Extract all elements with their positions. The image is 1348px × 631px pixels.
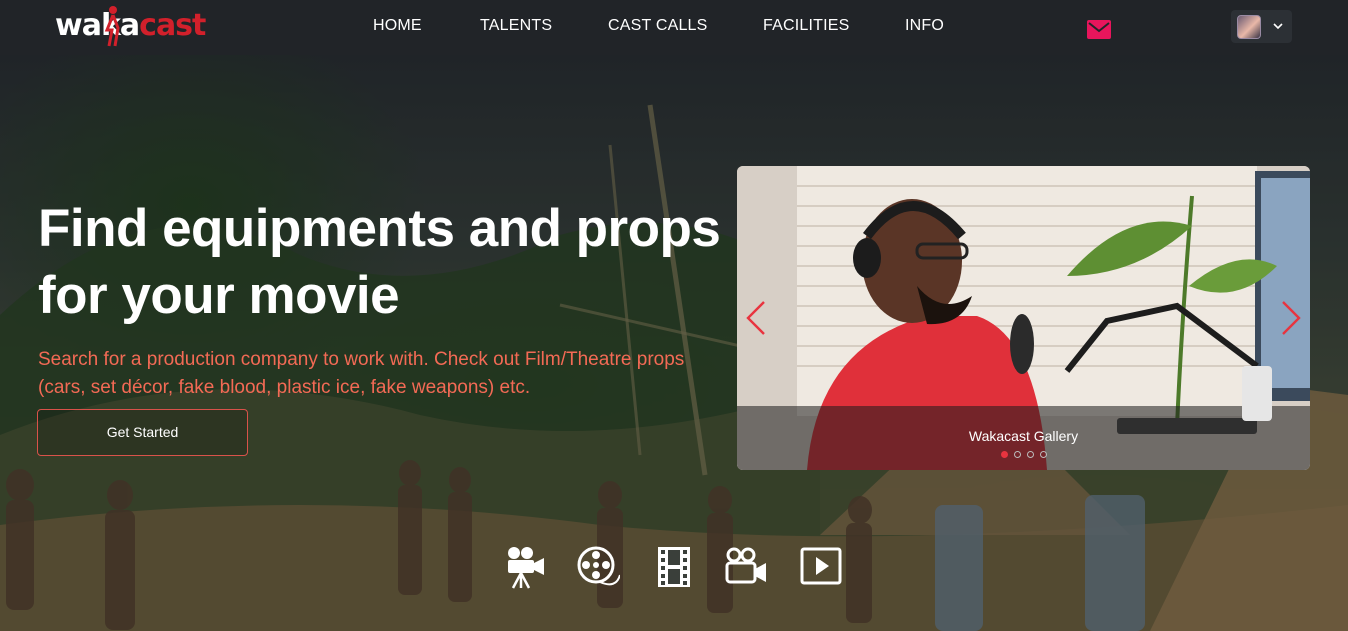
nav-info[interactable]: INFO bbox=[905, 17, 944, 35]
carousel-dot[interactable] bbox=[1027, 451, 1034, 458]
hero-subtext: Search for a production company to work … bbox=[38, 349, 685, 398]
avatar bbox=[1237, 15, 1261, 39]
nav-facilities[interactable]: FACILITIES bbox=[763, 17, 849, 35]
carousel-dot[interactable] bbox=[1001, 451, 1008, 458]
hero-headline: Find equipments and props for your movie bbox=[38, 199, 721, 325]
carousel-next-arrow-icon[interactable] bbox=[1280, 300, 1302, 336]
play-icon bbox=[800, 547, 842, 585]
carousel-prev-arrow-icon[interactable] bbox=[745, 300, 767, 336]
mail-icon[interactable] bbox=[1087, 20, 1111, 39]
film-camera-icon bbox=[508, 547, 544, 589]
main-nav: HOME TALENTS CAST CALLS FACILITIES INFO bbox=[0, 0, 1348, 55]
film-reel-icon bbox=[577, 546, 620, 586]
carousel-dot[interactable] bbox=[1040, 451, 1047, 458]
gallery-carousel: Wakacast Gallery bbox=[737, 166, 1310, 470]
feature-icon-row bbox=[0, 545, 1348, 590]
video-camera-icon bbox=[725, 547, 766, 584]
top-navbar: wakacast HOME TALENTS CAST CALLS FACILIT… bbox=[0, 0, 1348, 55]
carousel-caption: Wakacast Gallery bbox=[968, 428, 1079, 444]
chevron-down-icon bbox=[1273, 23, 1283, 30]
get-started-button[interactable]: Get Started bbox=[37, 409, 248, 456]
nav-talents[interactable]: TALENTS bbox=[480, 17, 552, 35]
nav-home[interactable]: HOME bbox=[373, 17, 422, 35]
nav-cast-calls[interactable]: CAST CALLS bbox=[608, 17, 708, 35]
carousel-slide-image bbox=[737, 166, 1310, 470]
user-menu-button[interactable] bbox=[1231, 10, 1292, 43]
carousel-dot[interactable] bbox=[1014, 451, 1021, 458]
film-strip-icon bbox=[658, 547, 690, 587]
